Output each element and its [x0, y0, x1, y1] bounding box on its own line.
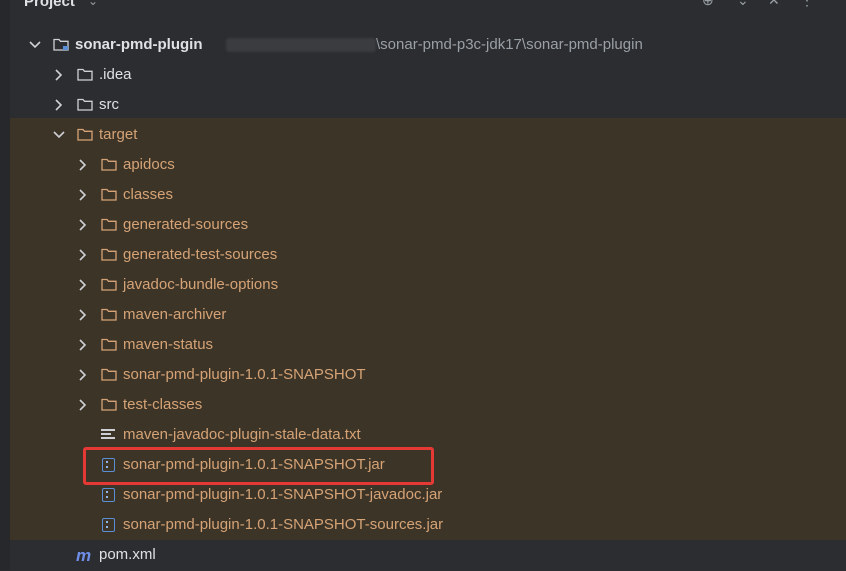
tree-row-folder[interactable]: apidocs: [0, 150, 846, 180]
chevron-down-icon[interactable]: [29, 30, 41, 60]
highlight-box: [83, 447, 434, 485]
collapse-icon[interactable]: ⌄: [737, 0, 749, 9]
chevron-down-icon[interactable]: ⌄: [88, 0, 98, 8]
tree-row-file[interactable]: maven-javadoc-plugin-stale-data.txt: [0, 420, 846, 450]
excluded-folder-icon: [101, 368, 117, 381]
folder-label: test-classes: [123, 396, 203, 413]
chevron-right-icon[interactable]: [77, 150, 89, 180]
tree-row-root[interactable]: sonar-pmd-plugin \sonar-pmd-p3c-jdk17\so…: [0, 30, 846, 60]
chevron-right-icon[interactable]: [77, 270, 89, 300]
excluded-folder-icon: [77, 128, 93, 141]
folder-label: generated-test-sources: [123, 246, 278, 263]
tree-row-folder[interactable]: generated-test-sources: [0, 240, 846, 270]
folder-label: target: [99, 126, 138, 143]
folder-label: maven-status: [123, 336, 214, 353]
text-file-icon: [101, 429, 115, 441]
folder-label: javadoc-bundle-options: [123, 276, 279, 293]
root-module-path: \sonar-pmd-p3c-jdk17\sonar-pmd-plugin: [220, 30, 643, 60]
tree-row-idea[interactable]: .idea: [0, 60, 846, 90]
excluded-folder-icon: [101, 308, 117, 321]
jar-file-icon: [102, 488, 115, 502]
root-module-name: sonar-pmd-plugin: [75, 36, 203, 53]
file-label: sonar-pmd-plugin-1.0.1-SNAPSHOT-sources.…: [123, 516, 444, 533]
project-panel-header: Project ⌄ ⊕ ⌄ ✕ ⋮: [0, 0, 846, 14]
tree-row-src[interactable]: src: [0, 90, 846, 120]
excluded-folder-icon: [101, 398, 117, 411]
tree-row-pom[interactable]: m pom.xml: [0, 540, 846, 570]
tree-row-folder[interactable]: maven-archiver: [0, 300, 846, 330]
maven-icon: m: [76, 546, 92, 565]
chevron-down-icon[interactable]: [53, 120, 65, 150]
folder-label: maven-archiver: [123, 306, 227, 323]
tree-row-folder[interactable]: classes: [0, 180, 846, 210]
excluded-folder-icon: [101, 158, 117, 171]
tree-row-folder[interactable]: javadoc-bundle-options: [0, 270, 846, 300]
chevron-right-icon[interactable]: [77, 210, 89, 240]
folder-label: sonar-pmd-plugin-1.0.1-SNAPSHOT: [123, 366, 366, 383]
chevron-right-icon[interactable]: [77, 180, 89, 210]
folder-label: src: [99, 96, 119, 113]
tree-row-folder[interactable]: test-classes: [0, 390, 846, 420]
tree-row-jar-sources[interactable]: sonar-pmd-plugin-1.0.1-SNAPSHOT-sources.…: [0, 510, 846, 540]
tree-row-folder[interactable]: maven-status: [0, 330, 846, 360]
chevron-right-icon[interactable]: [53, 60, 65, 90]
excluded-folder-icon: [101, 218, 117, 231]
folder-icon: [77, 68, 93, 81]
panel-title[interactable]: Project: [24, 0, 75, 10]
excluded-folder-icon: [101, 278, 117, 291]
file-label: pom.xml: [99, 546, 156, 563]
folder-label: classes: [123, 186, 174, 203]
jar-file-icon: [102, 518, 115, 532]
module-folder-icon: [53, 38, 69, 51]
folder-label: apidocs: [123, 156, 175, 173]
chevron-right-icon[interactable]: [77, 330, 89, 360]
folder-label: generated-sources: [123, 216, 249, 233]
locate-icon[interactable]: ⊕: [702, 0, 714, 9]
excluded-folder-icon: [101, 248, 117, 261]
chevron-right-icon[interactable]: [77, 360, 89, 390]
tree-row-folder[interactable]: generated-sources: [0, 210, 846, 240]
folder-icon: [77, 98, 93, 111]
close-icon[interactable]: ✕: [768, 0, 780, 9]
folder-label: .idea: [99, 66, 132, 83]
excluded-folder-icon: [101, 188, 117, 201]
file-label: maven-javadoc-plugin-stale-data.txt: [123, 426, 361, 443]
chevron-right-icon[interactable]: [77, 240, 89, 270]
chevron-right-icon[interactable]: [77, 300, 89, 330]
tree-row-folder[interactable]: sonar-pmd-plugin-1.0.1-SNAPSHOT: [0, 360, 846, 390]
tree-row-target[interactable]: target: [0, 120, 846, 150]
chevron-right-icon[interactable]: [53, 90, 65, 120]
chevron-right-icon[interactable]: [77, 390, 89, 420]
more-options-icon[interactable]: ⋮: [800, 0, 814, 9]
excluded-folder-icon: [101, 338, 117, 351]
